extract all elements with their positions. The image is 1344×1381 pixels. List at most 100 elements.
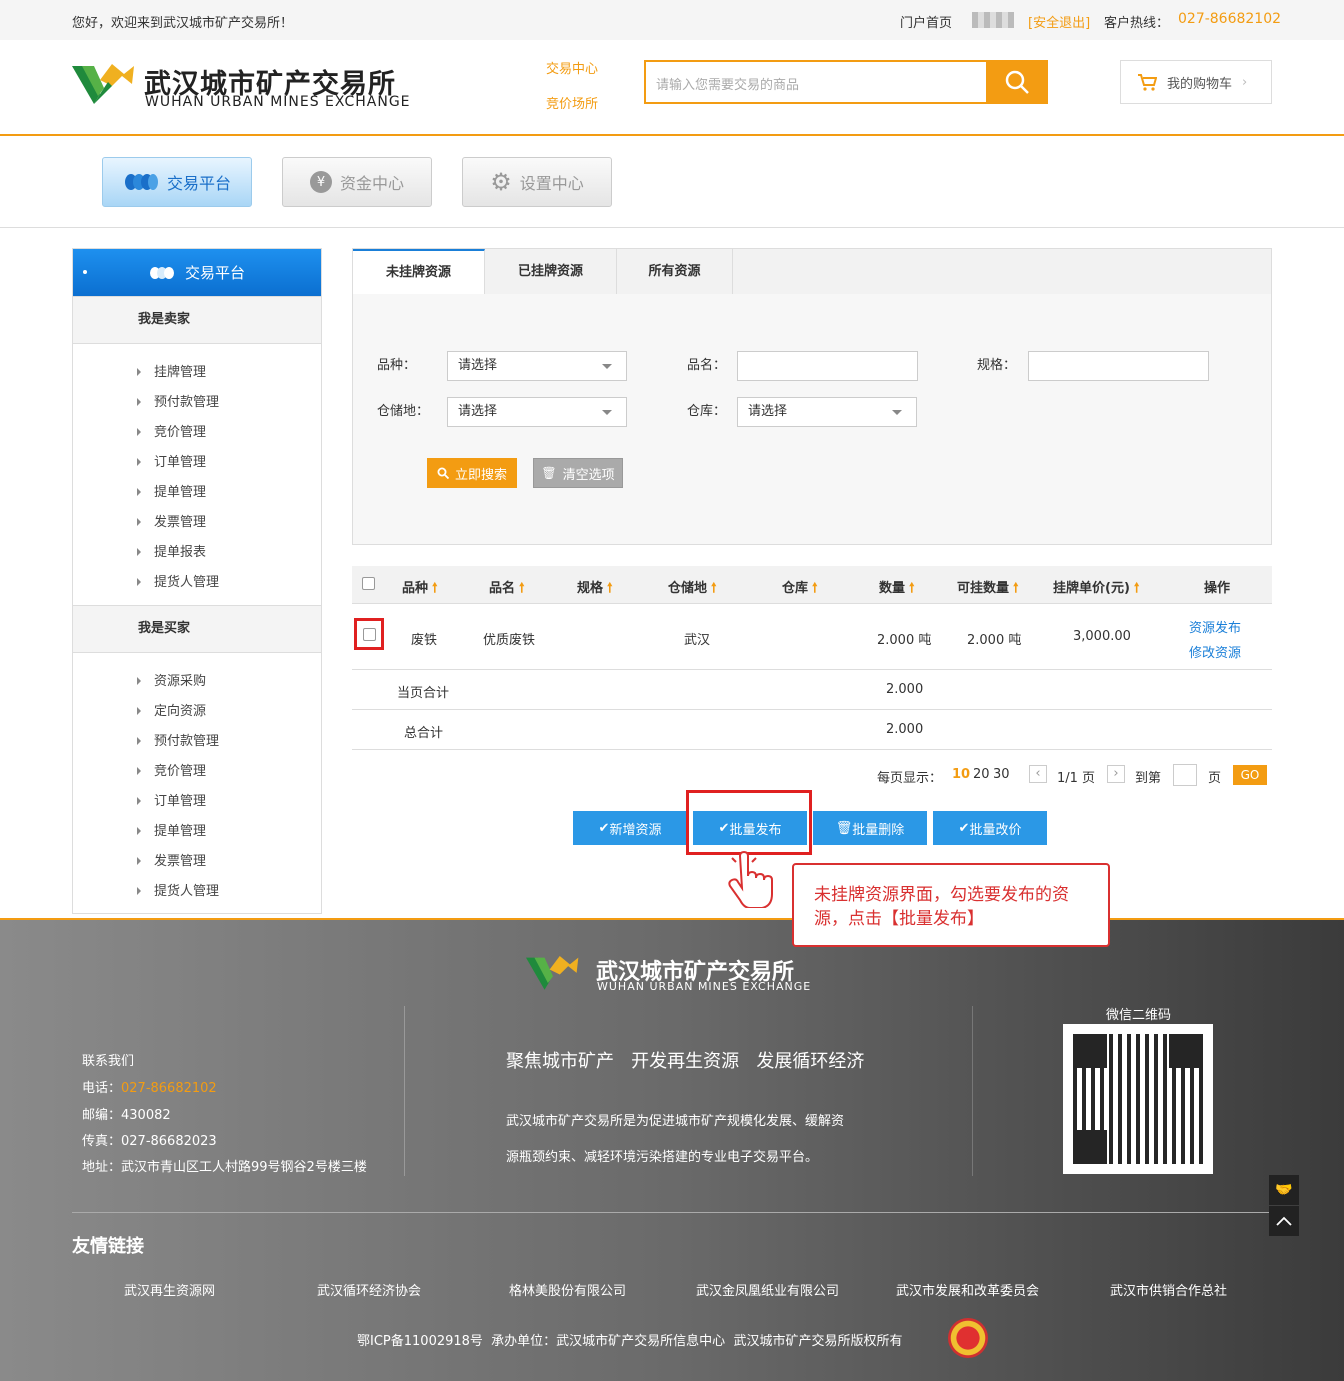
- spec-input[interactable]: [1028, 351, 1209, 381]
- sidebar-item-bidding[interactable]: 竞价管理: [137, 421, 206, 440]
- sidebar-item-buyer-bidding[interactable]: 竞价管理: [137, 760, 206, 779]
- prev-page-button[interactable]: ‹: [1029, 765, 1047, 783]
- go-button[interactable]: GO: [1233, 765, 1267, 785]
- site-logo[interactable]: [72, 60, 136, 110]
- footer-desc-2: 源瓶颈约束、减轻环境污染搭建的专业电子交易平台。: [506, 1150, 819, 1165]
- search-submit-label: 立即搜索: [454, 467, 507, 483]
- col-qty[interactable]: 数量 🠕: [879, 577, 915, 601]
- sidebar-item-pickup-person[interactable]: 提货人管理: [137, 571, 219, 590]
- sidebar-group-seller[interactable]: 我是卖家: [73, 296, 321, 344]
- friend-link-4[interactable]: 武汉金凤凰纸业有限公司: [696, 1280, 839, 1299]
- trash-icon: 🗑: [541, 466, 557, 480]
- search-submit-button[interactable]: 立即搜索: [427, 458, 517, 488]
- col-available[interactable]: 可挂数量 🠕: [957, 577, 1019, 601]
- warehouse-select[interactable]: 请选择: [737, 397, 917, 427]
- edit-resource-link[interactable]: 修改资源: [1189, 642, 1241, 661]
- storage-select[interactable]: 请选择: [447, 397, 627, 427]
- clear-options-label: 清空选项: [562, 467, 615, 483]
- nav-funds-center[interactable]: ¥ 资金中心: [282, 157, 432, 207]
- footer-slogan: 聚焦城市矿产 开发再生资源 发展循环经济: [506, 1051, 865, 1072]
- goto-page-input[interactable]: [1173, 764, 1197, 786]
- variety-select[interactable]: 请选择: [447, 351, 627, 381]
- col-price[interactable]: 挂牌单价(元) 🠕: [1053, 577, 1139, 601]
- next-page-button[interactable]: ›: [1107, 765, 1125, 783]
- per-page-30[interactable]: 30: [993, 767, 1010, 782]
- qr-title: 微信二维码: [1106, 1008, 1172, 1023]
- friend-link-6[interactable]: 武汉市供销合作总社: [1110, 1280, 1227, 1299]
- friend-link-1[interactable]: 武汉再生资源网: [124, 1280, 215, 1299]
- publish-resource-link[interactable]: 资源发布: [1189, 617, 1241, 636]
- sidebar-item-buyer-bills[interactable]: 提单管理: [137, 820, 206, 839]
- col-name[interactable]: 品名 🠕: [489, 577, 525, 601]
- col-available-label: 可挂数量: [957, 581, 1010, 596]
- search-input[interactable]: 请输入您需要交易的商品: [644, 60, 988, 104]
- sidebar-item-buyer-prepay[interactable]: 预付款管理: [137, 730, 219, 749]
- sidebar-item-listing[interactable]: 挂牌管理: [137, 361, 206, 380]
- per-page-20[interactable]: 20: [973, 767, 990, 782]
- cart-button[interactable]: 我的购物车 ›: [1120, 60, 1272, 104]
- sidebar-item-invoices[interactable]: 发票管理: [137, 511, 206, 530]
- cell-available: 2.000 吨: [967, 633, 1022, 648]
- sidebar-item-buyer-orders[interactable]: 订单管理: [137, 790, 206, 809]
- page-total-value: 2.000: [886, 682, 924, 697]
- sidebar-item-orders[interactable]: 订单管理: [137, 451, 206, 470]
- friend-link-5[interactable]: 武汉市发展和改革委员会: [896, 1280, 1039, 1299]
- handshake-icon[interactable]: 🤝: [1269, 1175, 1299, 1205]
- col-variety-label: 品种: [402, 581, 429, 596]
- chevron-right-icon: ›: [1242, 74, 1248, 90]
- friend-link-2[interactable]: 武汉循环经济协会: [317, 1280, 421, 1299]
- col-storage[interactable]: 仓储地 🠕: [668, 577, 717, 601]
- main-nav: 交易平台 ¥ 资金中心 ⚙ 设置中心: [0, 136, 1344, 228]
- search-icon: [437, 467, 449, 479]
- nav-settings-center[interactable]: ⚙ 设置中心: [462, 157, 612, 207]
- sidebar-item-prepay[interactable]: 预付款管理: [137, 391, 219, 410]
- auction-link[interactable]: 竞价场所: [546, 93, 598, 112]
- footer-divider: [972, 1006, 973, 1176]
- search-button[interactable]: [986, 60, 1048, 104]
- cell-price: 3,000.00: [1073, 629, 1131, 644]
- col-spec[interactable]: 规格 🠕: [577, 577, 613, 601]
- trade-center-link[interactable]: 交易中心: [546, 58, 598, 77]
- clear-options-button[interactable]: 🗑 清空选项: [533, 458, 623, 488]
- logo-icon: [72, 64, 134, 104]
- variety-label: 品种：: [377, 358, 417, 373]
- tab-listed[interactable]: 已挂牌资源: [485, 249, 617, 295]
- select-all-checkbox[interactable]: [362, 577, 375, 590]
- tab-all[interactable]: 所有资源: [617, 249, 733, 295]
- sidebar: 交易平台 我是卖家 挂牌管理 预付款管理 竞价管理 订单管理 提单管理 发票管理…: [72, 248, 322, 914]
- sidebar-group-buyer[interactable]: 我是买家: [73, 605, 321, 653]
- name-input[interactable]: [737, 351, 918, 381]
- sidebar-item-bills[interactable]: 提单管理: [137, 481, 206, 500]
- grand-total-label: 总合计: [404, 726, 444, 741]
- page-unit-label: 页: [1208, 771, 1222, 786]
- batch-price-label: 批量改价: [969, 822, 1022, 838]
- top-bar: 您好，欢迎来到武汉城市矿产交易所！ 门户首页 [安全退出] 客户热线： 027-…: [0, 0, 1344, 40]
- sort-arrow-icon: 🠕: [1133, 581, 1140, 596]
- wechat-qr-code: [1063, 1024, 1213, 1174]
- per-page-10[interactable]: 10: [952, 767, 970, 782]
- footer-logo-en: WUHAN URBAN MINES EXCHANGE: [597, 980, 812, 993]
- nav-trade-platform[interactable]: 交易平台: [102, 157, 252, 207]
- sort-arrow-icon: 🠕: [909, 581, 915, 596]
- page-total-row: 当页合计 2.000: [352, 670, 1272, 710]
- friend-links-title: 友情链接: [72, 1236, 144, 1257]
- batch-delete-button[interactable]: 🗑 批量删除: [813, 811, 927, 845]
- sidebar-item-directed[interactable]: 定向资源: [137, 700, 206, 719]
- col-warehouse[interactable]: 仓库 🠕: [782, 577, 818, 601]
- sidebar-item-buyer-invoices[interactable]: 发票管理: [137, 850, 206, 869]
- batch-price-button[interactable]: ✔ 批量改价: [933, 811, 1047, 845]
- logout-link[interactable]: [安全退出]: [1028, 12, 1090, 31]
- sidebar-item-buyer-pickup[interactable]: 提货人管理: [137, 880, 219, 899]
- sidebar-item-bill-report[interactable]: 提单报表: [137, 541, 206, 560]
- col-variety[interactable]: 品种 🠕: [402, 577, 438, 601]
- cell-storage: 武汉: [684, 633, 711, 648]
- qr-pattern: [1073, 1034, 1203, 1164]
- friend-link-3[interactable]: 格林美股份有限公司: [509, 1280, 626, 1299]
- back-to-top-button[interactable]: [1269, 1206, 1299, 1236]
- hotline-number: 027-86682102: [1178, 11, 1282, 27]
- tab-unlisted[interactable]: 未挂牌资源: [353, 249, 485, 296]
- filter-panel: 品种： 请选择 品名： 规格： 仓储地： 请选择 仓库： 请选择 立即搜索 🗑 …: [352, 294, 1272, 545]
- sidebar-item-purchase[interactable]: 资源采购: [137, 670, 206, 689]
- portal-home-link[interactable]: 门户首页: [900, 12, 952, 31]
- add-resource-button[interactable]: ✔ 新增资源: [573, 811, 687, 845]
